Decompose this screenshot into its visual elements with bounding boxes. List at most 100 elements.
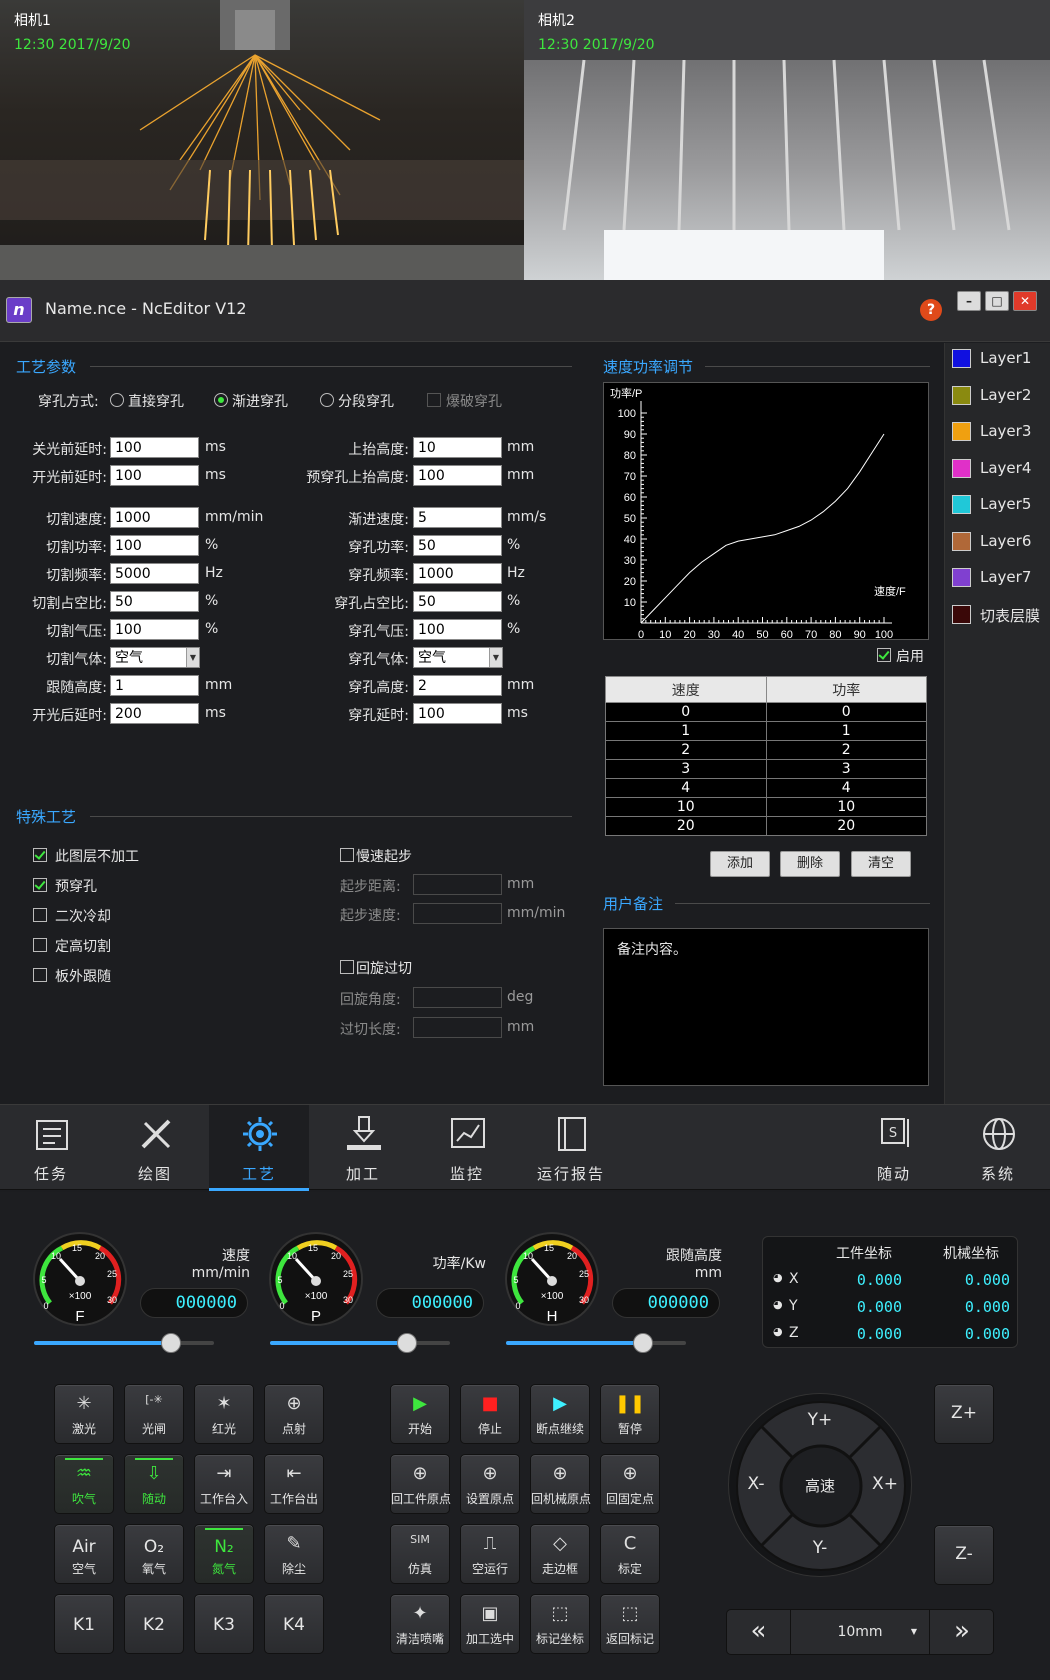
- io-button[interactable]: ✎ 除尘: [264, 1524, 324, 1584]
- special-checkbox[interactable]: [33, 968, 47, 982]
- pierce-segmented-radio[interactable]: [320, 393, 334, 407]
- step-prev-button[interactable]: «: [727, 1610, 791, 1654]
- io-button[interactable]: ⇩ 随动: [124, 1454, 184, 1514]
- jog-y-plus-button[interactable]: Y+: [800, 1410, 840, 1430]
- io-button[interactable]: ⇥ 工作台入: [194, 1454, 254, 1514]
- process-button[interactable]: ⬚ 返回标记: [600, 1594, 660, 1654]
- start-distance-input[interactable]: [413, 874, 502, 895]
- step-size-select[interactable]: 10mm ▼: [791, 1610, 929, 1654]
- process-button[interactable]: SIM 仿真: [390, 1524, 450, 1584]
- layer-item[interactable]: Layer2: [950, 380, 1050, 410]
- column-header-speed[interactable]: 速度: [605, 676, 767, 703]
- io-button[interactable]: K4: [264, 1594, 324, 1654]
- special-checkbox[interactable]: [33, 908, 47, 922]
- nav-tab[interactable]: 监控: [417, 1105, 517, 1191]
- io-button[interactable]: O₂ 氧气: [124, 1524, 184, 1584]
- nav-tab[interactable]: S 随动: [844, 1105, 944, 1191]
- process-button[interactable]: ▶ 开始: [390, 1384, 450, 1444]
- nav-tab[interactable]: 任务: [1, 1105, 101, 1191]
- io-button[interactable]: K1: [54, 1594, 114, 1654]
- left-param-input[interactable]: 1000: [110, 507, 199, 528]
- process-button[interactable]: ▣ 加工选中: [460, 1594, 520, 1654]
- slow-start-checkbox[interactable]: [340, 848, 354, 862]
- left-param-input[interactable]: 100: [110, 465, 199, 486]
- close-button[interactable]: ✕: [1013, 291, 1037, 311]
- left-param-input[interactable]: 100: [110, 437, 199, 458]
- jog-x-plus-button[interactable]: X+: [867, 1474, 903, 1494]
- nav-tab[interactable]: 运行报告: [521, 1105, 621, 1191]
- gauge-slider[interactable]: [506, 1333, 686, 1353]
- io-button[interactable]: ⇤ 工作台出: [264, 1454, 324, 1514]
- speed-power-enable-checkbox[interactable]: [877, 648, 891, 662]
- special-checkbox[interactable]: [33, 848, 47, 862]
- layer-item[interactable]: Layer4: [950, 453, 1050, 483]
- left-param-input[interactable]: 5000: [110, 563, 199, 584]
- table-row[interactable]: 10 10: [605, 797, 927, 817]
- process-button[interactable]: ⊕ 回机械原点: [530, 1454, 591, 1514]
- pierce-progressive-radio[interactable]: [214, 393, 228, 407]
- right-param-input[interactable]: 100: [413, 465, 502, 486]
- nav-tab[interactable]: 工艺: [209, 1105, 309, 1191]
- table-row[interactable]: 11: [605, 721, 927, 741]
- left-param-input[interactable]: 1: [110, 675, 199, 696]
- left-param-input[interactable]: 100: [110, 535, 199, 556]
- io-button[interactable]: ✳ 激光: [54, 1384, 114, 1444]
- layer-item[interactable]: Layer5: [950, 489, 1050, 519]
- right-param-input[interactable]: 100: [413, 703, 502, 724]
- io-button[interactable]: N₂ 氮气: [194, 1524, 254, 1584]
- process-button[interactable]: ◇ 走边框: [530, 1524, 590, 1584]
- process-button[interactable]: ⊕ 回固定点: [600, 1454, 660, 1514]
- left-gas-select[interactable]: 空气 ▼: [110, 647, 200, 668]
- table-row[interactable]: 00: [605, 702, 927, 722]
- layer-item[interactable]: Layer1: [950, 343, 1050, 373]
- process-button[interactable]: ❚❚ 暂停: [600, 1384, 660, 1444]
- io-button[interactable]: Air 空气: [54, 1524, 114, 1584]
- delete-button[interactable]: 删除: [780, 851, 840, 877]
- jog-high-speed-button[interactable]: 高速: [790, 1475, 850, 1496]
- io-button[interactable]: ⊕ 点射: [264, 1384, 324, 1444]
- right-param-input[interactable]: 5: [413, 507, 502, 528]
- right-param-input[interactable]: 10: [413, 437, 502, 458]
- io-button[interactable]: ♒ 吹气: [54, 1454, 114, 1514]
- gauge-slider[interactable]: [34, 1333, 214, 1353]
- z-minus-button[interactable]: Z-: [934, 1525, 994, 1585]
- slider-knob[interactable]: [396, 1333, 417, 1353]
- right-param-input[interactable]: 2: [413, 675, 502, 696]
- overcut-length-input[interactable]: [413, 1017, 502, 1038]
- pierce-direct-radio[interactable]: [110, 393, 124, 407]
- column-header-power[interactable]: 功率: [765, 676, 927, 703]
- process-button[interactable]: ✦ 清洁喷嘴: [390, 1594, 450, 1654]
- pierce-blast-checkbox[interactable]: [427, 393, 441, 407]
- jog-y-minus-button[interactable]: Y-: [800, 1538, 840, 1558]
- process-button[interactable]: ⬚ 标记坐标: [530, 1594, 590, 1654]
- right-param-input[interactable]: 1000: [413, 563, 502, 584]
- gauge-slider[interactable]: [270, 1333, 450, 1353]
- table-row[interactable]: 20 20: [605, 816, 927, 836]
- table-row[interactable]: 44: [605, 778, 927, 798]
- jog-x-minus-button[interactable]: X-: [738, 1474, 774, 1494]
- layer-item[interactable]: Layer7: [950, 562, 1050, 592]
- notes-textarea[interactable]: 备注内容。: [603, 928, 929, 1086]
- layer-item[interactable]: Layer6: [950, 526, 1050, 556]
- right-gas-select[interactable]: 空气 ▼: [413, 647, 503, 668]
- step-next-button[interactable]: »: [929, 1610, 994, 1654]
- slider-knob[interactable]: [160, 1333, 181, 1353]
- nav-tab[interactable]: 加工: [313, 1105, 413, 1191]
- special-checkbox[interactable]: [33, 938, 47, 952]
- io-button[interactable]: K2: [124, 1594, 184, 1654]
- help-button[interactable]: ?: [920, 299, 942, 321]
- add-button[interactable]: 添加: [710, 851, 770, 877]
- table-row[interactable]: 33: [605, 759, 927, 779]
- right-param-input[interactable]: 50: [413, 535, 502, 556]
- process-button[interactable]: ⊕ 设置原点: [460, 1454, 520, 1514]
- nav-tab[interactable]: 绘图: [105, 1105, 205, 1191]
- slider-knob[interactable]: [632, 1333, 653, 1353]
- maximize-button[interactable]: □: [985, 291, 1009, 311]
- z-plus-button[interactable]: Z+: [934, 1384, 994, 1444]
- process-button[interactable]: C 标定: [600, 1524, 660, 1584]
- io-button[interactable]: [-✳ 光闸: [124, 1384, 184, 1444]
- rotary-angle-input[interactable]: [413, 987, 502, 1008]
- minimize-button[interactable]: –: [957, 291, 981, 311]
- left-param-input[interactable]: 200: [110, 703, 199, 724]
- process-button[interactable]: ⊕ 回工件原点: [390, 1454, 451, 1514]
